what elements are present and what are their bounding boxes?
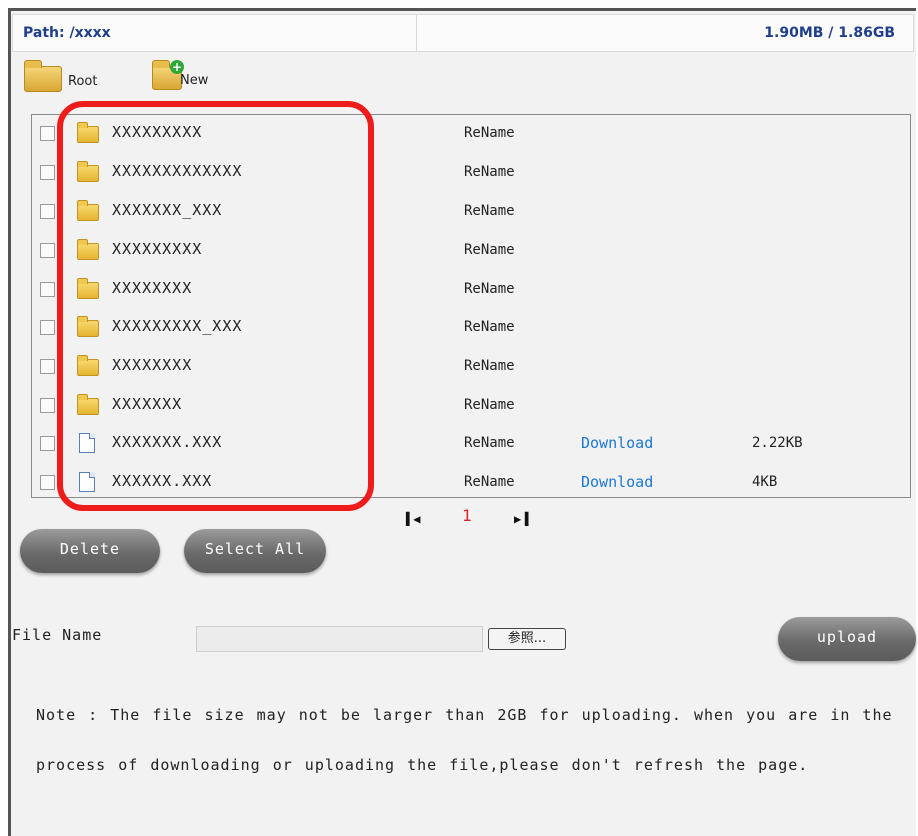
file-size: 4KB [752,474,778,490]
download-link[interactable]: Download [581,464,653,500]
new-label: New [180,73,209,88]
rename-link[interactable]: ReName [464,348,515,384]
file-name-label: File Name [12,626,103,644]
row-checkbox[interactable] [40,204,55,219]
browse-button[interactable]: 参照... [488,628,566,650]
delete-button[interactable]: Delete [20,529,160,573]
row-checkbox[interactable] [40,282,55,297]
pager: ▌◀ 1 ▶▐ [400,506,540,530]
row-checkbox[interactable] [40,436,55,451]
row-checkbox[interactable] [40,475,55,490]
rename-link[interactable]: ReName [464,425,515,461]
rename-link[interactable]: ReName [464,115,515,151]
highlight-box [57,101,374,511]
root-label: Root [68,74,98,89]
rename-link[interactable]: ReName [464,387,515,423]
select-all-button[interactable]: Select All [184,529,326,573]
storage-usage: 1.90MB / 1.86GB [764,25,895,41]
file-size: 2.22KB [752,435,803,451]
page-number[interactable]: 1 [462,506,472,525]
root-button[interactable]: Root [22,60,106,96]
row-checkbox[interactable] [40,398,55,413]
download-link[interactable]: Download [581,425,653,461]
file-name-input[interactable] [196,626,483,652]
row-checkbox[interactable] [40,243,55,258]
note-line-1: Note : The file size may not be larger t… [36,706,893,724]
row-checkbox[interactable] [40,320,55,335]
rename-link[interactable]: ReName [464,232,515,268]
last-page-icon[interactable]: ▶▐ [514,512,528,526]
new-folder-button[interactable]: + New [150,58,216,94]
root-folder-icon [24,60,62,92]
upload-button[interactable]: upload [778,617,916,661]
rename-link[interactable]: ReName [464,464,515,500]
note-line-2: process of downloading or uploading the … [36,756,809,774]
row-checkbox[interactable] [40,359,55,374]
rename-link[interactable]: ReName [464,271,515,307]
path-display: Path: /xxxx [13,15,417,51]
row-checkbox[interactable] [40,165,55,180]
first-page-icon[interactable]: ▌◀ [406,512,420,526]
top-bar: Path: /xxxx 1.90MB / 1.86GB [12,14,914,52]
rename-link[interactable]: ReName [464,309,515,345]
rename-link[interactable]: ReName [464,193,515,229]
plus-icon: + [170,60,184,74]
rename-link[interactable]: ReName [464,154,515,190]
row-checkbox[interactable] [40,126,55,141]
